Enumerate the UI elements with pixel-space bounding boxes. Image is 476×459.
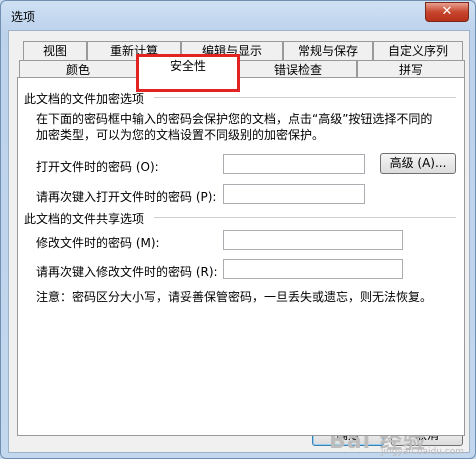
open-password-field[interactable] — [223, 154, 365, 174]
modify-password-label: 修改文件时的密码 (M): — [36, 236, 160, 250]
confirm-modify-password-label: 请再次键入修改文件时的密码 (R): — [36, 265, 218, 279]
confirm-open-password-label: 请再次键入打开文件时的密码 (P): — [36, 190, 217, 204]
confirm-open-password-field[interactable] — [223, 184, 365, 204]
password-note: 注意：密码区分大小写，请妥善保管密码，一旦丢失或遗忘，则无法恢复。 — [36, 290, 433, 304]
options-dialog: 选项 ✕ 视图 重新计算 编辑与显示 常规与保存 自定义序列 颜色 安全性 错误… — [0, 0, 476, 459]
confirm-modify-password-field[interactable] — [223, 259, 403, 279]
highlight-annotation — [136, 54, 240, 92]
encryption-description-line2: 加密类型，可以为您的文档设置不同级别的加密保护。 — [36, 128, 325, 142]
sharing-heading: 此文档的文件共享选项 — [24, 212, 145, 226]
separator — [154, 217, 456, 218]
tab-custom-lists[interactable]: 自定义序列 — [373, 41, 463, 60]
tab-general-save[interactable]: 常规与保存 — [283, 41, 373, 60]
encryption-description-line1: 在下面的密码框中输入的密码会保护您的文档，点击“高级”按钮选择不同的 — [36, 112, 433, 126]
close-button[interactable]: ✕ — [425, 2, 469, 22]
open-password-label: 打开文件时的密码 (O): — [36, 160, 159, 174]
security-panel: 此文档的文件加密选项 在下面的密码框中输入的密码会保护您的文档，点击“高级”按钮… — [17, 77, 465, 436]
window-title: 选项 — [11, 10, 36, 24]
advanced-button[interactable]: 高级 (A)... — [380, 153, 456, 174]
encryption-heading: 此文档的文件加密选项 — [24, 92, 145, 106]
dialog-client-area: 视图 重新计算 编辑与显示 常规与保存 自定义序列 颜色 安全性 错误检查 拼写… — [8, 30, 470, 457]
tab-view[interactable]: 视图 — [23, 41, 87, 60]
modify-password-field[interactable] — [223, 230, 403, 250]
title-bar[interactable]: 选项 ✕ — [1, 1, 475, 31]
close-icon: ✕ — [441, 4, 453, 19]
separator — [154, 97, 456, 98]
watermark-url: jingyan.baidu.com — [381, 447, 465, 457]
